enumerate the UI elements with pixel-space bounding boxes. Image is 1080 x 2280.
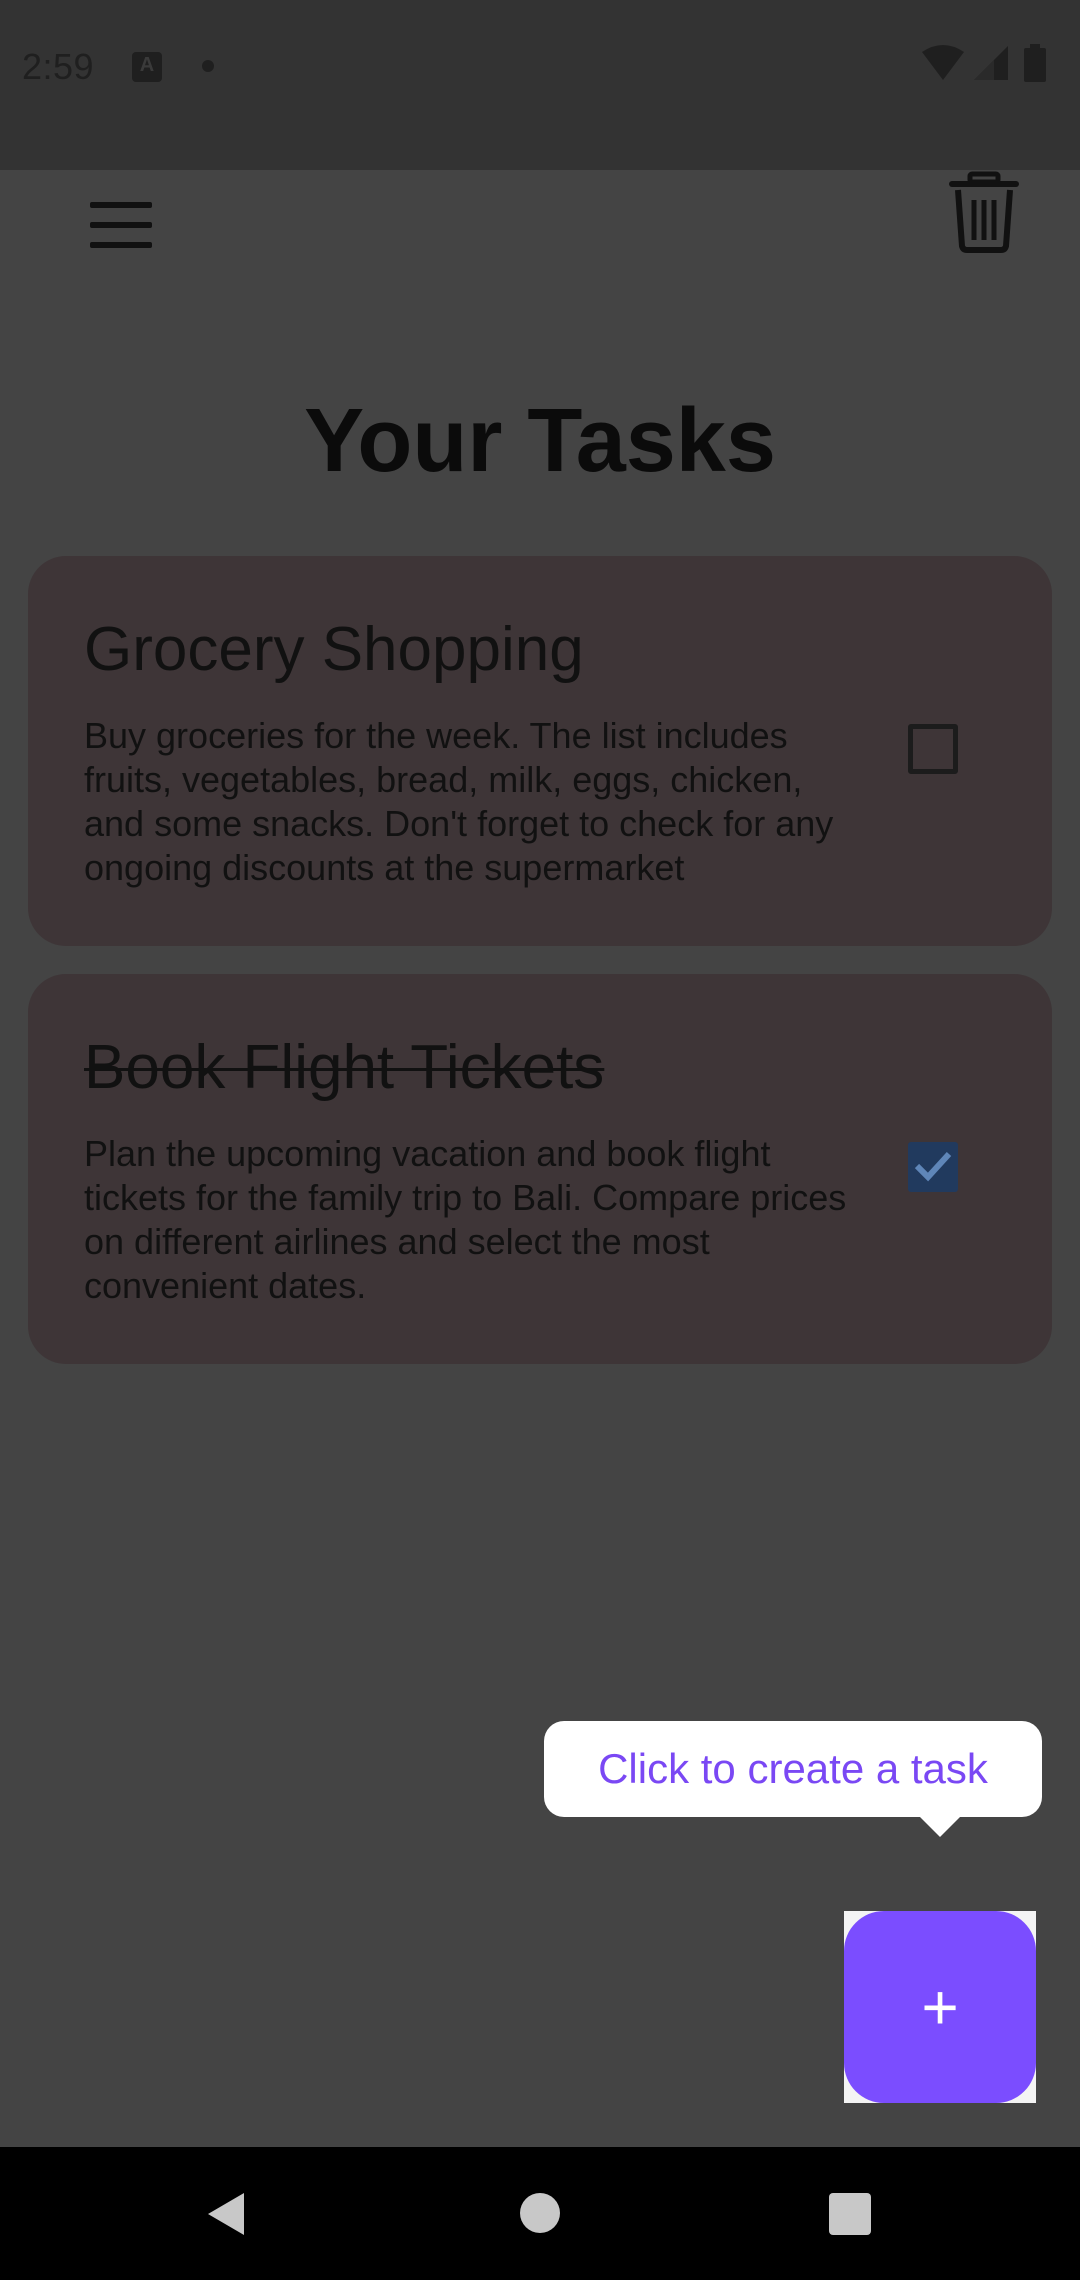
task-title: Book Flight Tickets xyxy=(84,1033,605,1102)
app-bar xyxy=(0,170,1080,300)
task-title: Grocery Shopping xyxy=(84,615,584,684)
notification-dot-icon xyxy=(202,60,214,72)
home-icon[interactable] xyxy=(520,2193,560,2233)
add-task-button[interactable]: + xyxy=(844,1911,1036,2103)
status-time: 2:59 xyxy=(22,46,95,87)
keyboard-a-icon: A xyxy=(132,52,162,82)
task-checkbox-checked[interactable] xyxy=(908,1142,958,1192)
checkmark-icon xyxy=(914,1151,952,1182)
task-card[interactable]: Grocery Shopping Buy groceries for the w… xyxy=(28,556,1052,946)
system-nav-bar xyxy=(0,2147,1080,2280)
battery-icon xyxy=(1024,44,1046,82)
menu-button[interactable] xyxy=(80,184,162,266)
tooltip-text: Click to create a task xyxy=(598,1745,988,1792)
task-description: Plan the upcoming vacation and book flig… xyxy=(84,1133,847,1306)
recents-icon[interactable] xyxy=(829,2193,871,2235)
trash-icon xyxy=(949,171,1019,253)
status-bar: 2:59 A xyxy=(0,0,1080,170)
plus-icon: + xyxy=(921,1971,959,2043)
create-task-tooltip: Click to create a task xyxy=(544,1721,1042,1817)
delete-button[interactable] xyxy=(946,170,1022,254)
task-checkbox[interactable] xyxy=(908,724,958,774)
cell-signal-icon xyxy=(974,46,1008,80)
back-icon[interactable] xyxy=(206,2191,246,2237)
wifi-icon xyxy=(922,45,964,80)
status-indicators xyxy=(920,44,1060,88)
tooltip-arrow xyxy=(918,1815,962,1837)
page-title: Your Tasks xyxy=(304,391,776,491)
task-card[interactable]: Book Flight Tickets Plan the upcoming va… xyxy=(28,974,1052,1364)
task-description: Buy groceries for the week. The list inc… xyxy=(84,715,834,888)
